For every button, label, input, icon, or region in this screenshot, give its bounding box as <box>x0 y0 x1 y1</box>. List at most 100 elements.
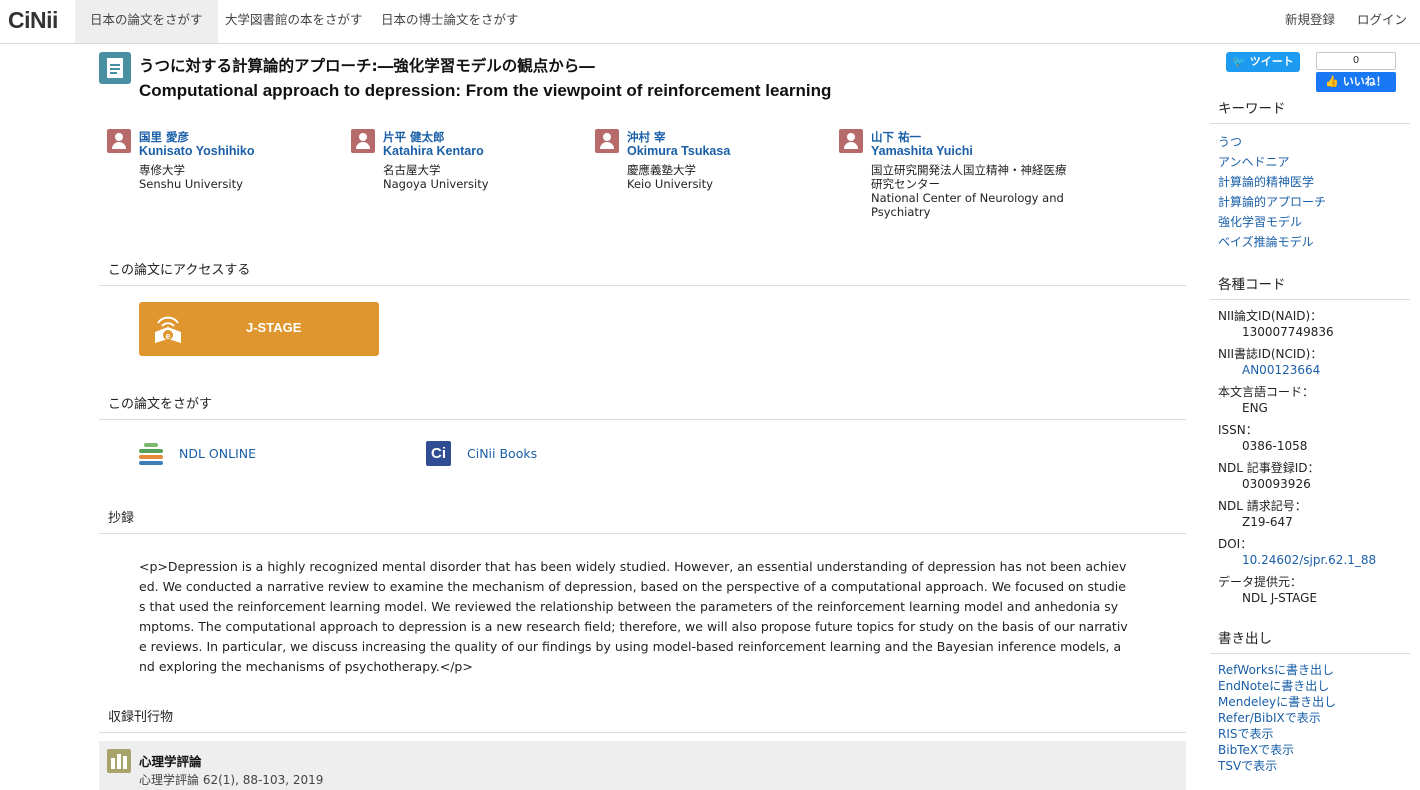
export-bibtex-link[interactable]: BibTeXで表示 <box>1218 743 1294 757</box>
divider <box>99 419 1186 420</box>
code-label: NDL 記事登録ID： <box>1218 461 1320 475</box>
affiliation-japanese: 慶應義塾大学 <box>627 163 696 177</box>
cinii-books-link[interactable]: CiNii Books <box>467 446 537 461</box>
journal-section-heading: 収録刊行物 <box>108 710 174 725</box>
svg-text:e: e <box>165 331 170 341</box>
jstage-button[interactable]: e J-STAGE <box>139 302 379 356</box>
tweet-label: ツイート <box>1249 55 1294 68</box>
affiliation-english: National Center of Neurology and Psychia… <box>871 191 1064 219</box>
divider <box>1210 299 1410 300</box>
affiliation-japanese: 専修大学 <box>139 163 185 177</box>
code-label: NDL 請求記号： <box>1218 499 1307 513</box>
keyword-link[interactable]: 計算論的アプローチ <box>1218 195 1326 209</box>
search-section-heading: この論文をさがす <box>108 397 213 412</box>
author-name-romaji[interactable]: Okimura Tsukasa <box>627 144 730 158</box>
register-link[interactable]: 新規登録 <box>1285 0 1335 43</box>
author-icon <box>839 129 863 153</box>
cinii-books-icon: Ci <box>426 441 451 466</box>
affiliation-english: Senshu University <box>139 177 243 191</box>
article-title-english: Computational approach to depression: Fr… <box>139 81 832 100</box>
code-language: 本文言語コード： ENG <box>1218 384 1408 416</box>
journal-bar-icon <box>107 749 131 773</box>
tab-doctoral-dissertations[interactable]: 日本の博士論文をさがす <box>366 0 534 43</box>
journal-panel: 心理学評論 心理学評論 62(1), 88-103, 2019 <box>99 741 1186 790</box>
keyword-link[interactable]: アンヘドニア <box>1218 155 1290 169</box>
export-endnote-link[interactable]: EndNoteに書き出し <box>1218 679 1329 693</box>
code-label: ISSN： <box>1218 423 1258 437</box>
journal-citation: 心理学評論 62(1), 88-103, 2019 <box>139 773 324 787</box>
affiliation-japanese: 名古屋大学 <box>383 163 441 177</box>
code-ndl-call-number: NDL 請求記号： Z19-647 <box>1218 498 1408 530</box>
code-label: NII書誌ID(NCID)： <box>1218 347 1323 361</box>
login-link[interactable]: ログイン <box>1357 0 1407 43</box>
keywords-heading: キーワード <box>1218 101 1286 117</box>
code-value: 030093926 <box>1242 477 1311 491</box>
author-name-japanese[interactable]: 沖村 宰 <box>627 129 666 145</box>
affiliation-english: Nagoya University <box>383 177 489 191</box>
export-refworks-link[interactable]: RefWorksに書き出し <box>1218 663 1334 677</box>
code-doi: DOI： 10.24602/sjpr.62.1_88 <box>1218 536 1408 568</box>
keyword-link[interactable]: 強化学習モデル <box>1218 215 1302 229</box>
keyword-link[interactable]: 計算論的精神医学 <box>1218 175 1314 189</box>
facebook-like-count: 0 <box>1316 52 1396 70</box>
divider <box>99 285 1186 286</box>
export-mendeley-link[interactable]: Mendeleyに書き出し <box>1218 695 1336 709</box>
twitter-bird-icon: 🐦 <box>1232 55 1250 68</box>
access-section-heading: この論文にアクセスする <box>108 263 251 278</box>
code-label: データ提供元： <box>1218 575 1303 589</box>
author-name-japanese[interactable]: 片平 健太郎 <box>383 129 445 145</box>
export-tsv-link[interactable]: TSVで表示 <box>1218 759 1277 773</box>
tab-japanese-articles[interactable]: 日本の論文をさがす <box>75 0 218 43</box>
ndl-online-icon <box>139 441 163 465</box>
thumbs-up-icon: 👍 <box>1325 75 1343 88</box>
code-issn: ISSN： 0386-1058 <box>1218 422 1408 454</box>
affiliation-japanese: 国立研究開発法人国立精神・神経医療研究センター <box>871 163 1067 191</box>
keyword-list: うつ アンヘドニア 計算論的精神医学 計算論的アプローチ 強化学習モデル ベイズ… <box>1218 132 1326 252</box>
author-name-japanese[interactable]: 国里 愛彦 <box>139 129 189 145</box>
author-affiliation: 専修大学 Senshu University <box>139 163 335 191</box>
keyword-link[interactable]: ベイズ推論モデル <box>1218 235 1314 249</box>
author-icon <box>351 129 375 153</box>
facebook-like-label: いいね！ <box>1342 75 1387 88</box>
author-name-romaji[interactable]: Yamashita Yuichi <box>871 144 973 158</box>
ncid-link[interactable]: AN00123664 <box>1218 362 1408 378</box>
divider <box>99 533 1186 534</box>
ndl-online-link[interactable]: NDL ONLINE <box>179 446 256 461</box>
codes-heading: 各種コード <box>1218 277 1286 293</box>
code-data-provider: データ提供元： NDL J-STAGE <box>1218 574 1408 606</box>
code-value: ENG <box>1242 401 1268 415</box>
keyword-link[interactable]: うつ <box>1218 135 1242 149</box>
code-label: NII論文ID(NAID)： <box>1218 309 1323 323</box>
author-name-romaji[interactable]: Katahira Kentaro <box>383 144 484 158</box>
code-value: 130007749836 <box>1242 325 1334 339</box>
divider <box>99 732 1186 733</box>
doi-link[interactable]: 10.24602/sjpr.62.1_88 <box>1218 552 1408 568</box>
facebook-like-button[interactable]: 👍 いいね！ <box>1316 72 1396 92</box>
author-affiliation: 国立研究開発法人国立精神・神経医療研究センター National Center … <box>871 163 1067 219</box>
journal-title[interactable]: 心理学評論 <box>139 751 202 770</box>
abstract-text: <p>Depression is a highly recognized men… <box>139 559 1128 674</box>
code-value: NDL J-STAGE <box>1242 591 1318 605</box>
author-name-japanese[interactable]: 山下 祐一 <box>871 129 921 145</box>
abstract-section-heading: 抄録 <box>108 511 135 526</box>
affiliation-english: Keio University <box>627 177 713 191</box>
code-value: 0386-1058 <box>1242 439 1308 453</box>
export-list: RefWorksに書き出し EndNoteに書き出し Mendeleyに書き出し… <box>1218 662 1336 774</box>
export-ris-link[interactable]: RISで表示 <box>1218 727 1274 741</box>
cinii-logo[interactable]: CiNii <box>8 7 58 34</box>
author-name-romaji[interactable]: Kunisato Yoshihiko <box>139 144 255 158</box>
divider <box>1210 653 1410 654</box>
article-title-japanese: うつに対する計算論的アプローチ:―強化学習モデルの観点から― <box>139 57 595 75</box>
code-ndl-article-id: NDL 記事登録ID： 030093926 <box>1218 460 1408 492</box>
divider <box>1210 123 1410 124</box>
author-affiliation: 名古屋大学 Nagoya University <box>383 163 579 191</box>
author-affiliation: 慶應義塾大学 Keio University <box>627 163 823 191</box>
export-refer-bibix-link[interactable]: Refer/BibIXで表示 <box>1218 711 1321 725</box>
tweet-button[interactable]: 🐦 ツイート <box>1226 52 1300 72</box>
code-naid: NII論文ID(NAID)： 130007749836 <box>1218 308 1408 340</box>
tab-university-library-books[interactable]: 大学図書館の本をさがす <box>210 0 378 43</box>
code-label: 本文言語コード： <box>1218 385 1315 399</box>
code-value: Z19-647 <box>1242 515 1293 529</box>
author-icon <box>107 129 131 153</box>
jstage-label: J-STAGE <box>246 320 302 335</box>
